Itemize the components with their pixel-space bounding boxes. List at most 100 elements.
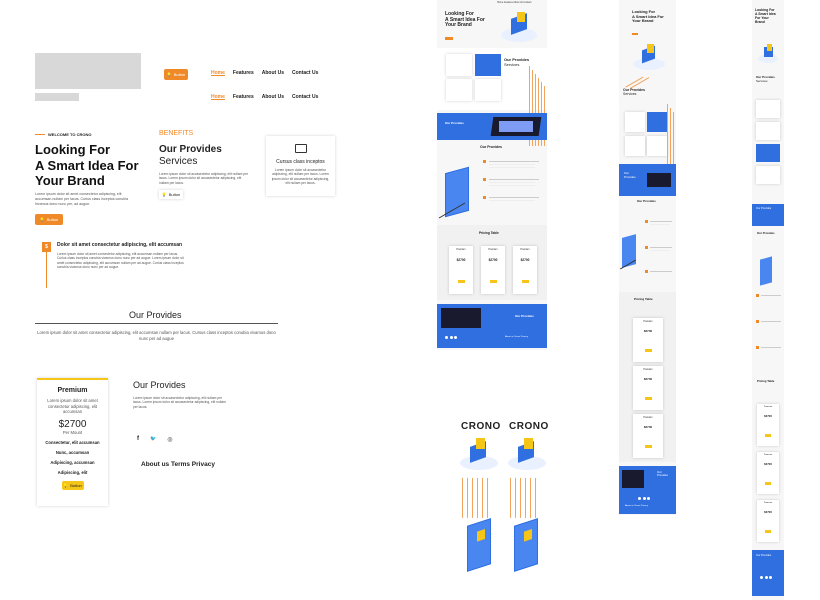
tablet-hero-illustration	[631, 44, 667, 72]
mobile-pricing-title: Pricing Table	[757, 379, 775, 383]
plan-button[interactable]: 💡 Button	[61, 480, 84, 490]
hero-body: Lorem ipsum dolor sit amet consectetur a…	[35, 192, 129, 206]
feature-item-rail	[46, 252, 47, 288]
mobile-plan: Premium $2700	[757, 500, 779, 542]
isometric-phone-illustration	[514, 518, 538, 572]
dollar-icon: $	[42, 242, 51, 252]
desktop-service-card-active	[475, 54, 501, 76]
monitor-icon	[294, 144, 307, 153]
isometric-stripes	[458, 477, 502, 519]
mobile-provides: Our Provides	[757, 231, 775, 235]
bulb-icon: 💡	[39, 217, 45, 222]
logo-placeholder-large	[35, 53, 141, 89]
desktop-service-card	[475, 79, 501, 101]
feature-card-body: Lorem ipsum dolor sit accasectetur adipi…	[271, 168, 330, 186]
mobile-services-title: Our Provides Services	[756, 75, 775, 83]
desktop-hero-title: Looking For A Smart Idea For Your Brand	[445, 11, 485, 29]
logo-placeholder-small	[35, 93, 79, 101]
tablet-services-title: Our Provides Services	[623, 88, 645, 96]
tablet-timeline	[645, 214, 673, 284]
tablet-plan: Premium $2700	[633, 366, 663, 410]
isometric-cube-illustration	[504, 436, 550, 472]
mobile-plan: Premium $2700	[757, 452, 779, 494]
provides-title: Our Provides	[129, 310, 182, 320]
provides-divider	[35, 323, 278, 325]
feature-card-title: Cursus class inceptos	[276, 159, 325, 165]
plan-feature: Consectetur, elit accumsan	[45, 439, 100, 445]
tablet-stripes-2	[665, 104, 676, 164]
desktop-service-card	[446, 79, 472, 101]
tablet-provides: Our Provides	[637, 199, 656, 203]
tablet-preview: Looking For A Smart Idea For Your Brand …	[619, 0, 676, 515]
mobile-blue-card: Our Provides	[752, 204, 784, 226]
desktop-footer: Our Provides About us Terms Privacy	[437, 304, 547, 348]
nav-contact[interactable]: Contact Us	[292, 94, 318, 100]
instagram-icon[interactable]: ◎	[167, 436, 172, 443]
desktop-blue-banner: Our Provides	[437, 113, 547, 140]
provides2-body: Lorem ipsum dolor sit accasectetur adipi…	[133, 396, 226, 409]
nav-bar-b: Home Features About Us Contact Us	[211, 94, 318, 100]
nav-contact[interactable]: Contact Us	[292, 70, 318, 76]
plan-name: Premium	[57, 387, 88, 394]
isometric-phone-illustration	[467, 518, 491, 572]
plan-feature: Nunc, accumsan	[55, 449, 90, 455]
pricing-card: Premium Lorem ipsum dolor sit amet conse…	[37, 378, 108, 506]
brand-logo: CRONO	[509, 421, 549, 432]
desktop-nav: Home Features About Us Contact	[497, 2, 532, 4]
feature-item-body: Lorem ipsum dolor sit amet consectetur a…	[57, 252, 184, 270]
nav-features[interactable]: Features	[233, 70, 254, 76]
tablet-footer: Our Provides About us Terms Privacy	[619, 466, 676, 514]
isometric-cube-illustration	[456, 436, 502, 472]
twitter-icon[interactable]: 🐦	[150, 436, 156, 443]
nav-home[interactable]: Home	[211, 70, 225, 76]
bulb-icon: 💡	[161, 192, 167, 197]
facebook-icon[interactable]: f	[137, 436, 139, 443]
benefits-body: Lorem ipsum dolor sit accasectetur adipi…	[159, 172, 249, 185]
nav-features[interactable]: Features	[233, 94, 254, 100]
hero-kicker-line	[35, 134, 45, 135]
benefits-title: Our Provides Services	[159, 144, 222, 167]
plan-period: Per Mount	[62, 430, 83, 436]
feature-item-title: Dolor sit amet consectetur adipiscing, e…	[57, 242, 183, 248]
provides-body: Lorem ipsum dolor sit amet consectetur a…	[37, 330, 276, 341]
desktop-preview: Home Features About Us Contact Looking F…	[437, 0, 547, 350]
footer-links[interactable]: About us Terms Privacy	[141, 461, 215, 468]
social-icons: f 🐦 ◎	[137, 436, 172, 443]
hero-kicker: WELCOME TO CRONO	[48, 132, 92, 137]
design-board: 💡 Button Home Features About Us Contact …	[0, 0, 820, 600]
plan-price: $2700	[58, 419, 87, 431]
desktop-phone-illustration	[445, 166, 469, 218]
mobile-timeline	[756, 290, 782, 370]
nav-about[interactable]: About Us	[262, 70, 284, 76]
tablet-stripes	[625, 72, 661, 102]
desktop-service-card	[446, 54, 472, 76]
mobile-plan: Premium $2700	[757, 404, 779, 446]
tablet-hero-title: Looking For A Smart Idea For Your Brand	[632, 9, 664, 24]
plan-feature: Adipiscing, accumsan	[50, 459, 95, 465]
mobile-hero-title: Looking For A Smart Idea For Your Brand	[755, 8, 776, 24]
desktop-hero-btn	[445, 37, 453, 40]
header-button[interactable]: 💡 Button	[164, 69, 188, 80]
benefits-button[interactable]: 💡 Button	[159, 190, 183, 199]
desktop-plans: Premium $2700 Premium $2700 Premium $270…	[449, 246, 537, 294]
desktop-hero-illustration	[497, 10, 541, 44]
feature-card: Cursus class inceptos Lorem ipsum dolor …	[266, 136, 335, 196]
tablet-blue-card: Our Provides	[619, 164, 676, 196]
provides2-title: Our Provides	[133, 380, 186, 390]
nav-home[interactable]: Home	[211, 94, 225, 100]
desktop-services-title: Our Provides Services	[504, 57, 530, 67]
bulb-icon: 💡	[166, 72, 172, 77]
plan-feature: Adipiscing, elit	[57, 469, 88, 475]
hero-title: Looking For A Smart Idea For Your Brand	[35, 142, 139, 188]
hero-button[interactable]: 💡 Button	[35, 214, 63, 225]
isometric-stripes	[506, 477, 550, 519]
nav-about[interactable]: About Us	[262, 94, 284, 100]
benefits-kicker: BENEFITS	[159, 130, 194, 137]
bulb-icon: 💡	[63, 482, 69, 488]
tablet-plan: Premium $2700	[633, 318, 663, 362]
mobile-preview: Looking For A Smart Idea For Your Brand …	[752, 0, 784, 600]
tablet-plan: Premium $2700	[633, 414, 663, 458]
tablet-pricing-title: Pricing Table	[634, 297, 653, 301]
plan-desc: Lorem ipsum dolor sit amet consectetur a…	[47, 398, 98, 415]
desktop-pricing-title: Pricing Table	[479, 231, 499, 235]
